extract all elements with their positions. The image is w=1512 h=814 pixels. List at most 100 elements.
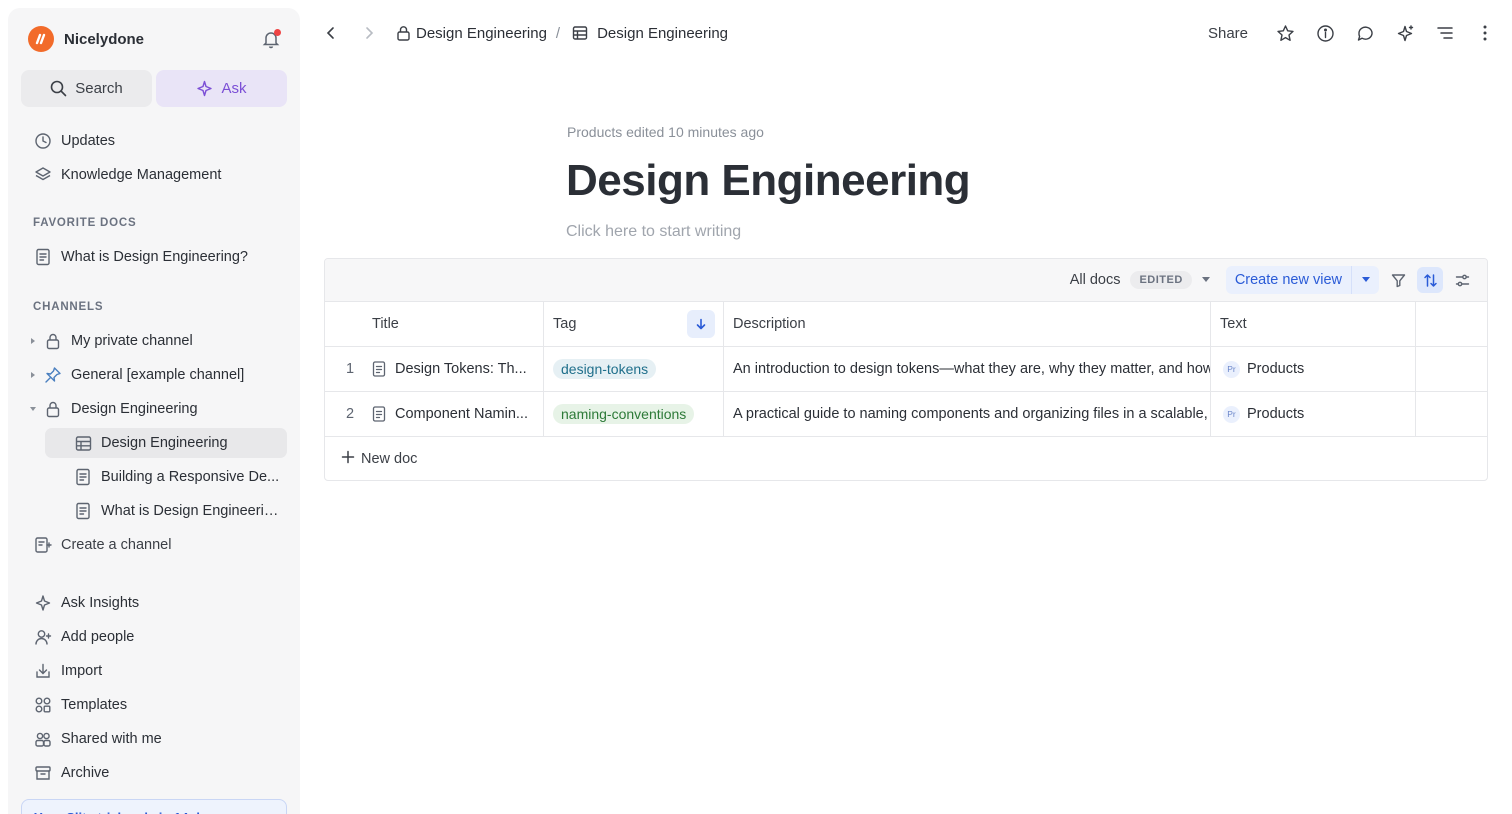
users-icon — [33, 729, 53, 749]
breadcrumb-current[interactable]: Design Engineering — [597, 25, 728, 42]
arrow-down-icon[interactable] — [687, 310, 715, 338]
sidebar-item-label: Templates — [61, 697, 128, 713]
doc-icon — [33, 247, 53, 267]
column-header-add[interactable] — [1416, 302, 1487, 347]
search-icon — [50, 80, 67, 97]
star-icon[interactable] — [1274, 22, 1296, 44]
pin-icon — [43, 365, 63, 385]
back-icon[interactable] — [320, 22, 342, 44]
channel-design-engineering[interactable]: Design Engineering — [30, 396, 198, 422]
sidebar-item-label: What is Design Engineering? — [61, 249, 248, 265]
chevron-down-icon[interactable] — [1198, 277, 1214, 283]
create-view-button[interactable]: Create new view — [1226, 266, 1351, 294]
sidebar-item-updates[interactable]: Updates — [33, 128, 115, 154]
channel-child-design-engineering[interactable]: Design Engineering — [45, 428, 287, 458]
table-row-empty[interactable] — [1416, 392, 1487, 437]
doc-icon — [73, 501, 93, 521]
channel-my-private-channel[interactable]: My private channel — [31, 328, 193, 354]
page-title[interactable]: Design Engineering — [566, 156, 971, 206]
share-button[interactable]: Share — [1208, 25, 1248, 42]
table-row-title[interactable]: Design Tokens: Th... — [363, 347, 544, 392]
new-doc-button[interactable]: New doc — [325, 437, 1487, 480]
text-value: Products — [1247, 406, 1305, 422]
favorite-doc-item[interactable]: What is Design Engineering? — [33, 244, 248, 270]
channel-general[interactable]: General [example channel] — [31, 362, 244, 388]
doc-icon — [372, 406, 386, 422]
create-channel-label: Create a channel — [61, 537, 172, 553]
sidebar-item-label: Add people — [61, 629, 135, 645]
doc-icon — [73, 467, 93, 487]
tag-pill[interactable]: design-tokens — [553, 359, 657, 379]
sidebar-item-label: Shared with me — [61, 731, 162, 747]
lock-icon — [392, 22, 414, 44]
tag-pill[interactable]: naming-conventions — [553, 404, 695, 424]
ask-button[interactable]: Ask — [156, 70, 287, 107]
breadcrumb: Design Engineering / Design Engineering — [392, 22, 728, 44]
column-header-description[interactable]: Description — [724, 302, 1211, 347]
table-row-text[interactable]: Pr Products — [1211, 392, 1416, 437]
plus-icon — [341, 450, 355, 468]
info-icon[interactable] — [1314, 22, 1336, 44]
table-row-description[interactable]: An introduction to design tokens—what th… — [724, 347, 1211, 392]
sort-icon[interactable] — [1417, 267, 1443, 293]
table-row-title[interactable]: Component Namin... — [363, 392, 544, 437]
breadcrumb-channel[interactable]: Design Engineering — [416, 25, 547, 42]
more-options-icon[interactable] — [1474, 22, 1496, 44]
sidebar-item-label: Updates — [61, 133, 116, 149]
sidebar-item-templates[interactable]: Templates — [33, 692, 127, 718]
sparkle-icon[interactable] — [1394, 22, 1416, 44]
create-view-button-group: Create new view — [1225, 266, 1379, 294]
table-row-tag[interactable]: design-tokens — [544, 347, 724, 392]
sidebar-item-archive[interactable]: Archive — [33, 760, 109, 786]
chevron-down-icon[interactable] — [1351, 266, 1379, 294]
favorites-heading: FAVORITE DOCS — [33, 217, 137, 229]
layers-icon — [33, 165, 53, 185]
workspace-logo[interactable] — [28, 26, 54, 52]
channel-child-label: What is Design Engineerin... — [101, 503, 281, 519]
chevron-down-icon[interactable] — [27, 405, 39, 413]
channel-child-responsive-design[interactable]: Building a Responsive De... — [45, 462, 287, 492]
column-header-tag[interactable]: Tag — [544, 302, 724, 347]
sidebar-item-ask-insights[interactable]: Ask Insights — [33, 590, 139, 616]
outline-icon[interactable] — [1434, 22, 1456, 44]
workspace-name[interactable]: Nicelydone — [64, 31, 144, 48]
search-ask-row: Search Ask — [21, 70, 287, 107]
table-row-description[interactable]: A practical guide to naming components a… — [724, 392, 1211, 437]
column-header-title[interactable]: Title — [363, 302, 544, 347]
notification-bell-icon[interactable] — [260, 28, 282, 50]
filter-icon[interactable] — [1385, 267, 1411, 293]
search-button[interactable]: Search — [21, 70, 152, 107]
text-value: Products — [1247, 361, 1305, 377]
sparkle-icon — [197, 80, 213, 97]
row-number: 2 — [325, 392, 363, 437]
lock-icon — [43, 399, 63, 419]
create-channel-button[interactable]: Create a channel — [33, 532, 171, 558]
doc-body-placeholder[interactable]: Click here to start writing — [566, 223, 741, 241]
table-icon — [73, 433, 93, 453]
chevron-right-icon[interactable] — [27, 371, 39, 379]
forward-icon[interactable] — [358, 22, 380, 44]
workspace-header: Nicelydone — [28, 26, 282, 52]
sidebar-item-shared-with-me[interactable]: Shared with me — [33, 726, 162, 752]
sidebar-item-label: Import — [61, 663, 103, 679]
channel-child-what-is-design-engineering[interactable]: What is Design Engineerin... — [45, 496, 287, 526]
topbar-actions: Share — [1208, 22, 1496, 44]
view-name[interactable]: All docs — [1070, 272, 1121, 288]
ask-label: Ask — [221, 80, 247, 97]
sidebar-item-import[interactable]: Import — [33, 658, 102, 684]
table-row-text[interactable]: Pr Products — [1211, 347, 1416, 392]
channel-label: Design Engineering — [71, 401, 198, 417]
sidebar-item-add-people[interactable]: Add people — [33, 624, 134, 650]
sidebar-item-knowledge-management[interactable]: Knowledge Management — [33, 162, 221, 188]
trial-banner[interactable]: Your Slite trial ends in 14 days — [21, 799, 287, 814]
user-plus-icon — [33, 627, 53, 647]
table-row-empty[interactable] — [1416, 347, 1487, 392]
chevron-right-icon[interactable] — [27, 337, 39, 345]
database-toolbar: All docs EDITED Create new view — [325, 259, 1487, 302]
breadcrumb-separator: / — [555, 24, 561, 42]
column-header-text[interactable]: Text — [1211, 302, 1416, 347]
settings-sliders-icon[interactable] — [1449, 267, 1475, 293]
text-badge: Pr — [1223, 360, 1240, 378]
comment-icon[interactable] — [1354, 22, 1376, 44]
table-row-tag[interactable]: naming-conventions — [544, 392, 724, 437]
